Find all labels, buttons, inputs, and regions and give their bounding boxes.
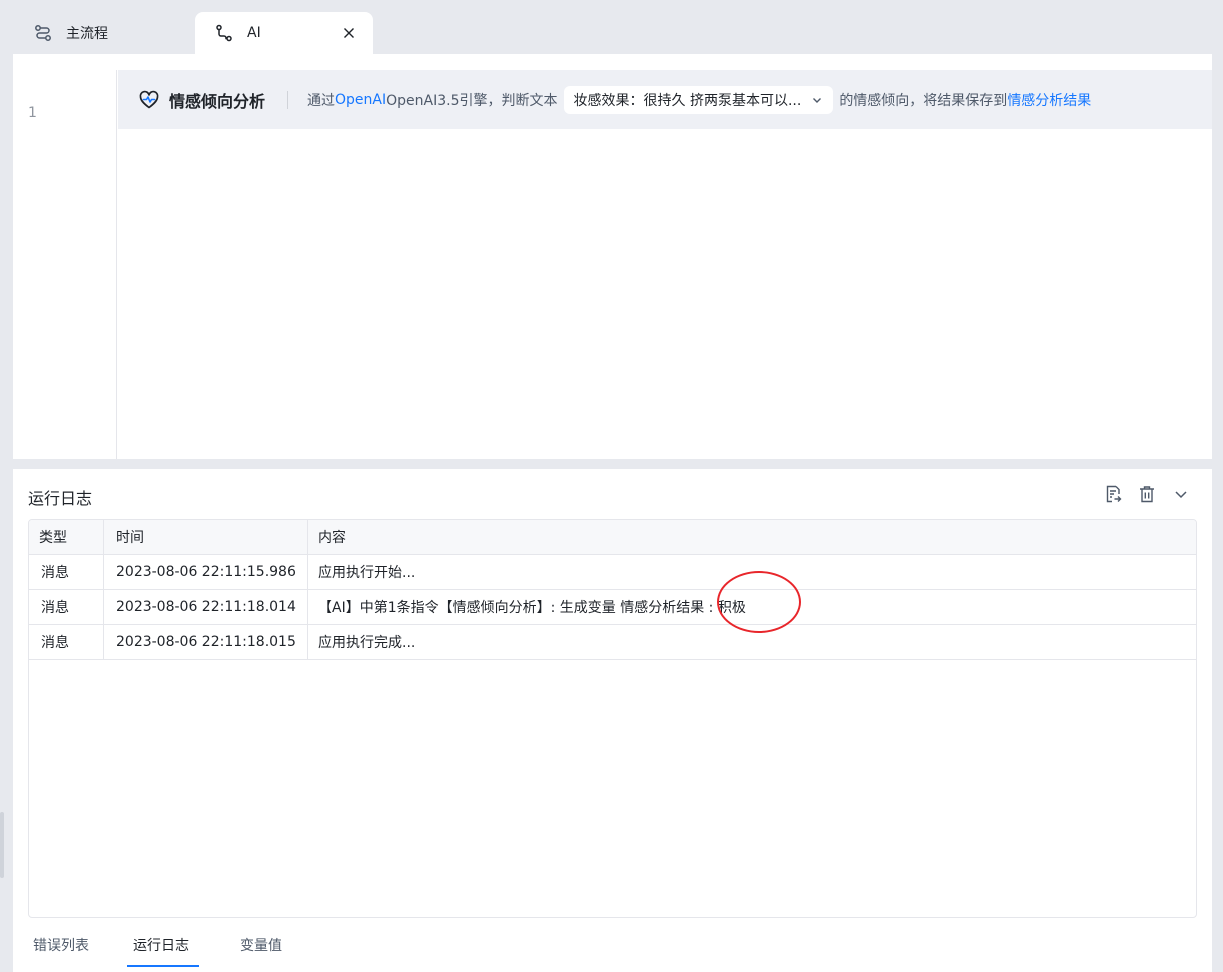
tab-main-flow-label: 主流程 [66,26,108,42]
log-time: 2023-08-06 22:11:18.014 [104,590,308,624]
source-text-select-value: 妆感效果：很持久 挤两泵基本可以... [573,92,802,109]
branch-icon [215,24,233,42]
source-text-select[interactable]: 妆感效果：很持久 挤两泵基本可以... [563,85,834,114]
flow-icon [34,24,52,42]
column-header-type: 类型 [29,520,104,554]
log-content: 应用执行完成... [318,635,416,651]
run-log-panel: 运行日志 类型 时间 内容 消息 2023-08-06 22:11:15.986… [13,469,1212,972]
command-divider [287,90,289,109]
result-variable-link[interactable]: 情感分析结果 [1007,90,1091,110]
export-log-icon[interactable] [1102,483,1124,505]
flow-editor: 1 情感倾向分析 通过 OpenAI OpenAI3.5引擎，判断文本 妆感效果… [13,54,1212,459]
tab-ai[interactable]: AI [195,12,373,54]
tab-run-log[interactable]: 运行日志 [133,935,189,955]
engine-text: OpenAI3.5引擎，判断文本 [386,92,558,109]
command-row-sentiment-analysis[interactable]: 情感倾向分析 通过 OpenAI OpenAI3.5引擎，判断文本 妆感效果：很… [118,70,1212,129]
column-header-time: 时间 [104,520,308,554]
table-row[interactable]: 消息 2023-08-06 22:11:18.015 应用执行完成... [29,625,1196,660]
log-type: 消息 [29,555,104,589]
editor-tab-bar: 主流程 AI [0,0,1223,54]
tab-main-flow[interactable]: 主流程 [18,12,194,54]
log-panel-title: 运行日志 [28,489,93,508]
active-tab-indicator [127,965,199,967]
log-time: 2023-08-06 22:11:15.986 [104,555,308,589]
log-content: 【AI】中第1条指令【情感倾向分析】: 生成变量 情感分析结果 : 积极 [318,600,746,616]
line-gutter: 1 [13,70,117,459]
log-type: 消息 [29,625,104,659]
engine-link[interactable]: OpenAI [335,92,386,108]
log-table-header: 类型 时间 内容 [29,520,1196,555]
close-icon[interactable] [339,23,359,43]
command-title: 情感倾向分析 [169,91,266,111]
heart-pulse-icon [138,89,160,111]
tab-error-list[interactable]: 错误列表 [33,935,89,955]
resize-handle[interactable] [0,812,4,878]
table-row[interactable]: 消息 2023-08-06 22:11:15.986 应用执行开始... [29,555,1196,590]
log-type: 消息 [29,590,104,624]
line-number: 1 [28,105,37,121]
trash-icon[interactable] [1136,483,1158,505]
command-text-prefix: 通过 [307,92,336,109]
chevron-down-icon[interactable] [1170,483,1192,505]
command-text-after: 的情感倾向，将结果保存到 [839,92,1008,109]
chevron-down-icon [811,94,823,106]
log-actions [1102,483,1192,505]
bottom-panel-tabs: 错误列表 运行日志 变量值 [13,929,1212,972]
tab-ai-label: AI [247,25,261,41]
table-row[interactable]: 消息 2023-08-06 22:11:18.014 【AI】中第1条指令【情感… [29,590,1196,625]
tab-variable-values[interactable]: 变量值 [240,935,282,955]
column-header-content: 内容 [318,530,346,546]
log-table: 类型 时间 内容 消息 2023-08-06 22:11:15.986 应用执行… [28,519,1197,918]
log-time: 2023-08-06 22:11:18.015 [104,625,308,659]
log-content: 应用执行开始... [318,565,416,581]
